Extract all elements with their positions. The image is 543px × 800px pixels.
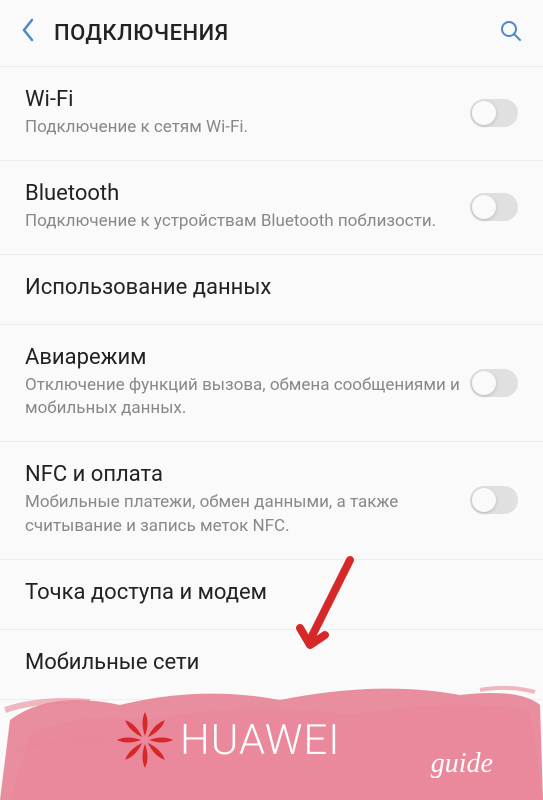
setting-title: Использование данных (25, 275, 518, 300)
setting-title: Bluetooth (25, 181, 470, 206)
nfc-toggle[interactable] (470, 486, 518, 514)
setting-subtitle: Мобильные платежи, обмен данными, а такж… (25, 491, 470, 539)
back-icon[interactable] (20, 18, 36, 48)
page-title: ПОДКЛЮЧЕНИЯ (54, 21, 499, 46)
huawei-petals-icon (115, 710, 175, 770)
setting-content: Bluetooth Подключение к устройствам Blue… (25, 181, 470, 234)
setting-bluetooth[interactable]: Bluetooth Подключение к устройствам Blue… (0, 161, 543, 255)
setting-wifi[interactable]: Wi-Fi Подключение к сетям Wi-Fi. (0, 67, 543, 161)
setting-mobile-networks[interactable]: Мобильные сети (0, 630, 543, 700)
setting-subtitle: Отключение функций вызова, обмена сообще… (25, 374, 470, 422)
setting-subtitle: Подключение к устройствам Bluetooth побл… (25, 210, 470, 234)
setting-content: Мобильные сети (25, 650, 518, 679)
setting-subtitle: Подключение к сетям Wi-Fi. (25, 116, 470, 140)
setting-hotspot[interactable]: Точка доступа и модем (0, 560, 543, 630)
setting-airplane-mode[interactable]: Авиарежим Отключение функций вызова, обм… (0, 325, 543, 443)
setting-content: Использование данных (25, 275, 518, 304)
setting-title: Мобильные сети (25, 650, 518, 675)
wifi-toggle[interactable] (470, 99, 518, 127)
setting-data-usage[interactable]: Использование данных (0, 255, 543, 325)
watermark-brand: HUAWEI (180, 716, 341, 765)
settings-list: Wi-Fi Подключение к сетям Wi-Fi. Bluetoo… (0, 67, 543, 700)
setting-content: Wi-Fi Подключение к сетям Wi-Fi. (25, 87, 470, 140)
setting-nfc[interactable]: NFC и оплата Мобильные платежи, обмен да… (0, 442, 543, 560)
setting-title: NFC и оплата (25, 462, 470, 487)
setting-content: NFC и оплата Мобильные платежи, обмен да… (25, 462, 470, 539)
setting-title: Wi-Fi (25, 87, 470, 112)
watermark-suffix: guide (431, 748, 493, 780)
setting-content: Точка доступа и модем (25, 580, 518, 609)
setting-content: Авиарежим Отключение функций вызова, обм… (25, 345, 470, 422)
setting-title: Авиарежим (25, 345, 470, 370)
huawei-logo: HUAWEI (115, 710, 341, 770)
header: ПОДКЛЮЧЕНИЯ (0, 0, 543, 67)
airplane-toggle[interactable] (470, 369, 518, 397)
bluetooth-toggle[interactable] (470, 193, 518, 221)
setting-title: Точка доступа и модем (25, 580, 518, 605)
search-icon[interactable] (499, 19, 523, 47)
